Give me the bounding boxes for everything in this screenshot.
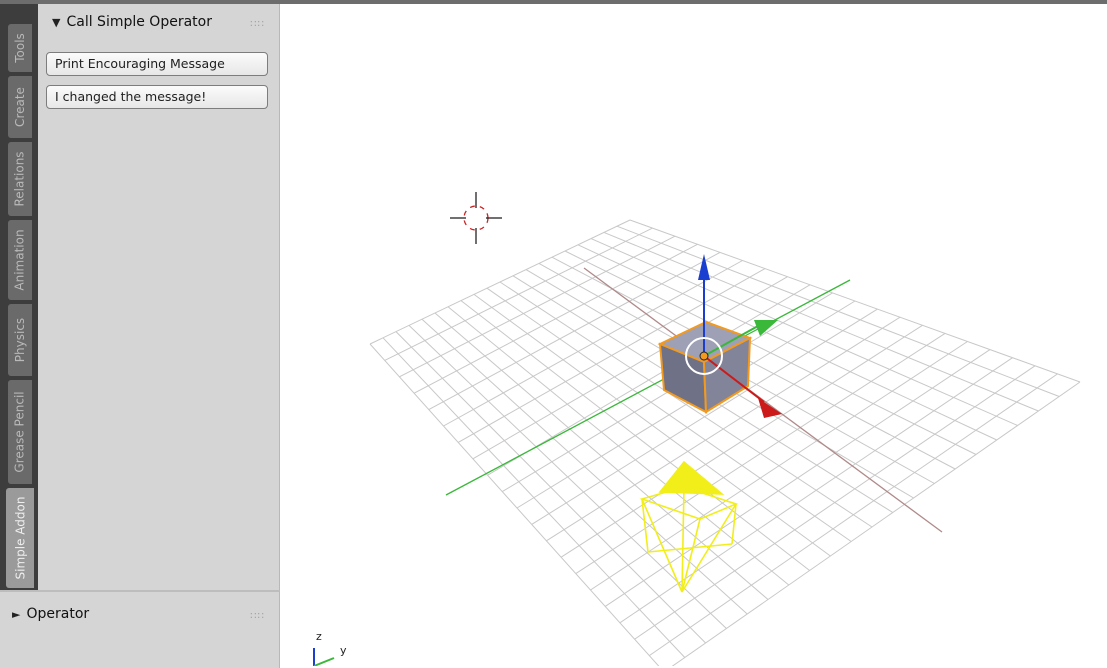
3d-cursor-icon: [450, 192, 502, 244]
tab-relations[interactable]: Relations: [8, 142, 32, 216]
operator-panel-title: Operator: [26, 606, 90, 622]
print-encouraging-message-button[interactable]: Print Encouraging Message: [46, 52, 268, 76]
orientation-gizmo-icon: z y: [313, 630, 347, 666]
panel-title: Call Simple Operator: [66, 14, 212, 30]
operator-drag-handle-icon[interactable]: ∷∷: [250, 611, 265, 622]
tool-shelf-tabs: Tools Create Relations Animation Physics…: [0, 4, 38, 590]
panel-header-operator[interactable]: ► Operator ∷∷: [12, 602, 271, 626]
expand-triangle-icon: ►: [12, 607, 21, 621]
tab-create[interactable]: Create: [8, 76, 32, 138]
operator-panel: ► Operator ∷∷: [0, 590, 280, 668]
tool-shelf: ▼ Call Simple Operator ∷∷ Print Encourag…: [38, 4, 280, 590]
panel-header-call-simple-operator[interactable]: ▼ Call Simple Operator ∷∷: [52, 10, 271, 34]
3d-viewport[interactable]: z y: [280, 4, 1107, 666]
changed-message-button[interactable]: I changed the message!: [46, 85, 268, 109]
tab-simple-addon[interactable]: Simple Addon: [6, 488, 34, 588]
floor-grid: [369, 219, 1081, 666]
tab-animation[interactable]: Animation: [8, 220, 32, 300]
gizmo-y-label: y: [340, 644, 347, 657]
tab-grease-pencil[interactable]: Grease Pencil: [8, 380, 32, 484]
grid-line: [671, 381, 1081, 666]
panel-drag-handle-icon[interactable]: ∷∷: [250, 19, 265, 30]
grid-line: [369, 343, 660, 666]
tab-physics[interactable]: Physics: [8, 304, 32, 376]
collapse-triangle-icon: ▼: [52, 15, 61, 29]
tab-tools[interactable]: Tools: [8, 24, 32, 72]
gizmo-z-label: z: [316, 630, 322, 643]
